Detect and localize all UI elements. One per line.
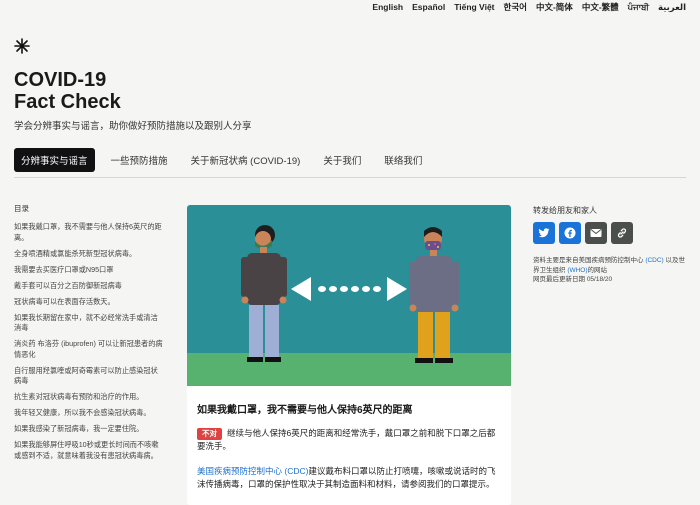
title-line-2: Fact Check [14, 91, 121, 113]
updated-date: 05/18/20 [586, 276, 613, 283]
language-link[interactable]: العربية [658, 2, 686, 13]
toc-item[interactable]: 如果我能够屏住呼吸10秒或更长时间而不咳嗽或感到不适，就意味着我没有患冠状病毒病… [14, 440, 164, 461]
cdc-source-link[interactable]: (CDC) [645, 257, 663, 264]
toc-item[interactable]: 如果我感染了新冠病毒，我一定要住院。 [14, 424, 164, 435]
email-share-button[interactable] [585, 222, 607, 244]
link-icon [617, 228, 627, 238]
share-panel: 转发给朋友和家人 资料主要是来自美国疾病预防控制中心 (CDC) 以及世界卫生组… [533, 205, 688, 285]
toc-title: 目录 [14, 204, 29, 213]
share-buttons [533, 222, 688, 244]
twitter-share-button[interactable] [533, 222, 555, 244]
facebook-icon [564, 227, 576, 239]
toc-item[interactable]: 全身喷酒精或氯能杀死新型冠状病毒。 [14, 249, 164, 260]
toc-item[interactable]: 如果我长期留在家中，就不必经常洗手或清洁消毒 [14, 313, 164, 334]
fact-verdict-row: 不对 继续与他人保持6英尺的距离和经常洗手，戴口罩之前和脱下口罩之后都要洗手。 [197, 427, 501, 453]
facebook-share-button[interactable] [559, 222, 581, 244]
fact-statement: 继续与他人保持6英尺的距离和经常洗手，戴口罩之前和脱下口罩之后都要洗手。 [197, 428, 496, 451]
fact-explanation: 美国疾病预防控制中心 (CDC)建议戴布料口罩以防止打喷嚏，咳嗽或说话时的飞沫传… [197, 465, 501, 491]
language-link[interactable]: 한국어 [504, 1, 527, 13]
email-icon [590, 229, 602, 237]
false-badge: 不对 [197, 428, 222, 440]
toc-item[interactable]: 戴手套可以百分之百防御新冠病毒 [14, 281, 164, 292]
page-subtitle: 学会分辨事实与谣言，助你做好预防措施以及跟别人分享 [14, 121, 252, 132]
toc-item[interactable]: 抗生素对冠状病毒有预防和治疗的作用。 [14, 392, 164, 403]
who-source-link[interactable]: (WHO) [567, 267, 587, 274]
nav-tab[interactable]: 联络我们 [377, 148, 429, 172]
source-suffix: 的网站 [587, 266, 608, 274]
toc-item[interactable]: 我需要去买医疗口罩或N95口罩 [14, 265, 164, 276]
toc-item[interactable]: 自行服用羟氯喹或阿奇霉素可以防止感染冠状病毒 [14, 366, 164, 387]
share-title: 转发给朋友和家人 [533, 206, 597, 215]
language-link[interactable]: ਪੰਜਾਬੀ [628, 2, 649, 13]
nav-tab[interactable]: 分辨事实与谣言 [14, 148, 95, 172]
language-link[interactable]: Tiếng Việt [454, 2, 494, 12]
nav-tab[interactable]: 一些预防措施 [104, 148, 175, 172]
language-link[interactable]: 中文-简体 [536, 1, 573, 13]
social-distancing-illustration [187, 205, 511, 386]
updated-label: 网页最后更新日期 [533, 276, 585, 283]
source-note: 资料主要是来自美国疾病预防控制中心 (CDC) 以及世界卫生组织 (WHO)的网… [533, 256, 688, 285]
toc-item[interactable]: 冠状病毒可以在表面存活数天。 [14, 297, 164, 308]
table-of-contents: 目录 如果我戴口罩，我不需要与他人保持6英尺的距离。全身喷酒精或氯能杀死新型冠状… [14, 203, 164, 467]
toc-item[interactable]: 如果我戴口罩，我不需要与他人保持6英尺的距离。 [14, 222, 164, 243]
cdc-link[interactable]: 美国疾病预防控制中心 (CDC) [197, 466, 308, 476]
toc-list: 如果我戴口罩，我不需要与他人保持6英尺的距离。全身喷酒精或氯能杀死新型冠状病毒。… [14, 222, 164, 461]
fact-card: 如果我戴口罩，我不需要与他人保持6英尺的距离 不对 继续与他人保持6英尺的距离和经… [187, 205, 511, 505]
language-bar: English Español Tiếng Việt 한국어 中文-简体 中文-繁體 ਪੰਜ… [372, 0, 686, 14]
language-link[interactable]: 中文-繁體 [582, 1, 619, 13]
toc-item[interactable]: 消炎药 布洛芬 (ibuprofen) 可以让新冠患者的病情恶化 [14, 339, 164, 360]
nav-tab[interactable]: 关于新冠状病 (COVID-19) [184, 148, 308, 172]
page-title: COVID-19 Fact Check [14, 69, 121, 113]
main-nav: 分辨事实与谣言 一些预防措施 关于新冠状病 (COVID-19) 关于我们 联络我们 [14, 148, 438, 172]
nav-tab[interactable]: 关于我们 [316, 148, 368, 172]
toc-item[interactable]: 我年轻又健康，所以我不会感染冠状病毒。 [14, 408, 164, 419]
asterisk-burst-icon [14, 38, 30, 54]
title-line-1: COVID-19 [14, 69, 107, 91]
language-link[interactable]: Español [412, 2, 445, 12]
nav-divider [14, 177, 686, 178]
language-link[interactable]: English [372, 2, 403, 12]
fact-title: 如果我戴口罩，我不需要与他人保持6英尺的距离 [197, 405, 413, 416]
source-prefix: 资料主要是来自美国疾病预防控制中心 [533, 257, 644, 264]
twitter-icon [538, 228, 550, 238]
copy-link-button[interactable] [611, 222, 633, 244]
